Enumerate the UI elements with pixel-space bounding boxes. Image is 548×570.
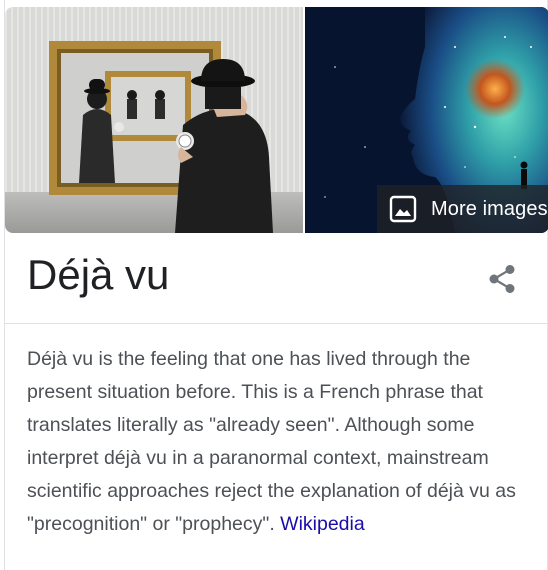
share-icon[interactable] — [487, 263, 519, 295]
image-thumbnail-cosmic-face[interactable]: More images — [305, 7, 548, 233]
entity-description: Déjà vu is the feeling that one has live… — [27, 343, 527, 541]
image-strip: More images — [5, 7, 548, 233]
image-icon — [389, 195, 417, 223]
wikipedia-link[interactable]: Wikipedia — [280, 513, 365, 535]
image-thumbnail-magritte[interactable] — [5, 7, 303, 233]
more-images-button[interactable]: More images — [377, 185, 548, 233]
knowledge-panel: More images Déjà vu Déjà vu is the feeli… — [4, 0, 548, 570]
title-row: Déjà vu — [5, 233, 547, 324]
description-text: Déjà vu is the feeling that one has live… — [27, 348, 516, 535]
entity-title: Déjà vu — [27, 251, 170, 298]
more-images-label: More images — [431, 197, 548, 220]
